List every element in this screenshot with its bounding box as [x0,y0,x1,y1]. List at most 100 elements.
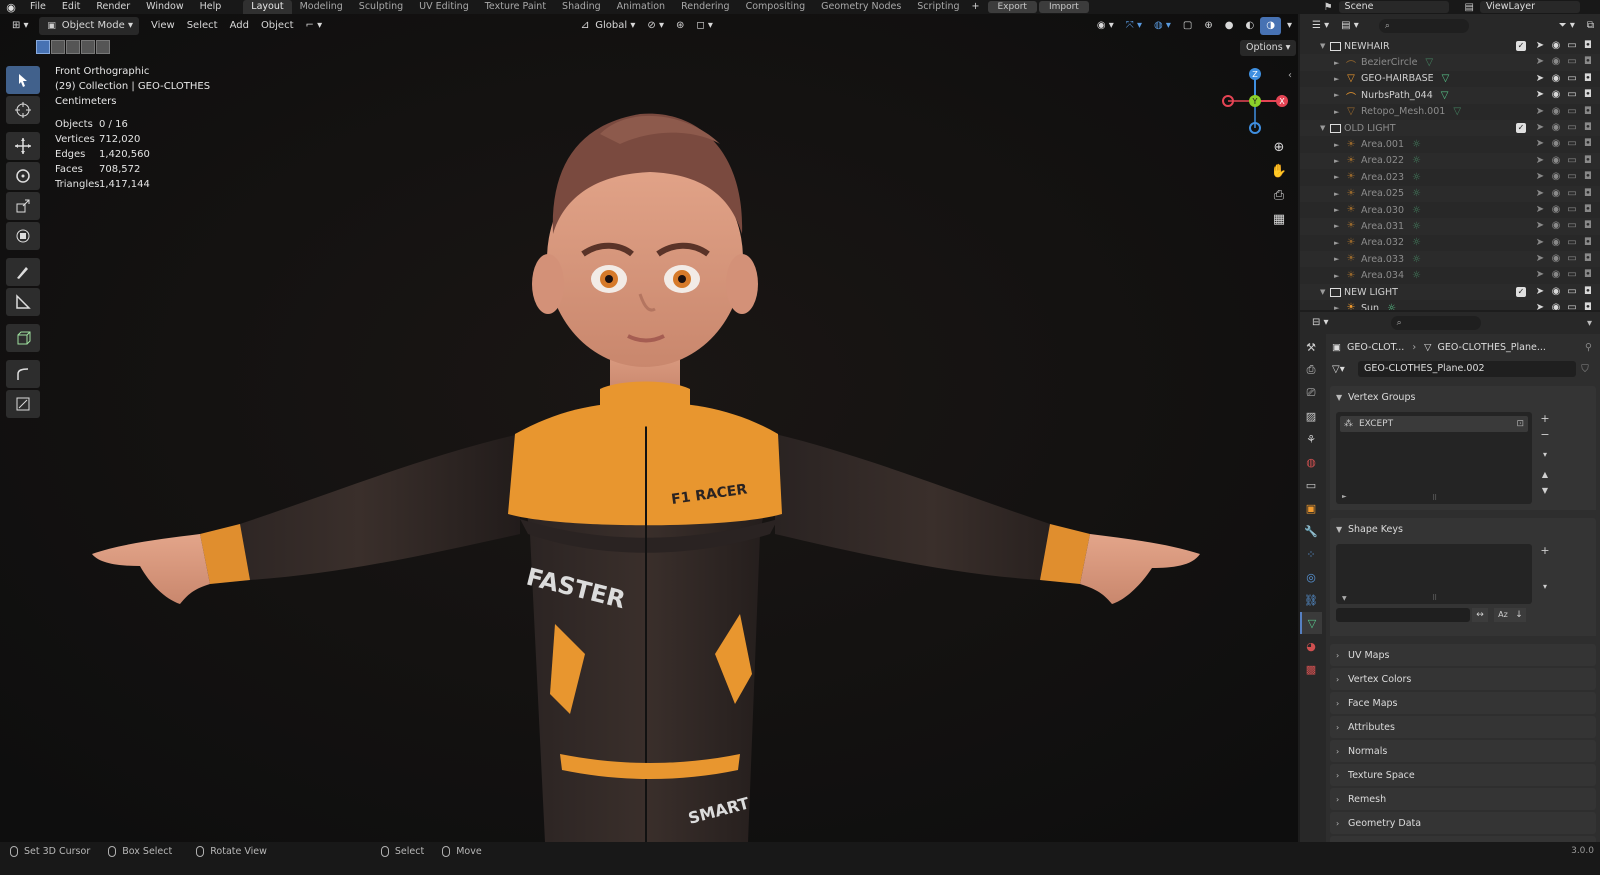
selectable-icon[interactable]: ➤ [1532,56,1548,67]
menu-add[interactable]: Add [224,17,255,35]
cursor-tool[interactable] [6,96,40,124]
render-camera-icon[interactable]: ◘ [1580,89,1596,100]
render-camera-icon[interactable]: ◘ [1580,73,1596,84]
extrude-tool[interactable] [6,390,40,418]
render-camera-icon[interactable]: ◘ [1580,56,1596,67]
render-camera-icon[interactable]: ◘ [1580,286,1596,297]
exclude-checkbox[interactable]: ✓ [1516,286,1526,297]
eye-icon[interactable]: ◉ [1548,220,1564,231]
menu-render[interactable]: Render [88,0,138,14]
list-resize-handle[interactable]: ⠿ [1432,494,1437,502]
viewport-disable-icon[interactable]: ▭ [1564,122,1580,133]
outliner-row[interactable]: ► ☀ Area.034 ☼ ➤ ◉ ▭ ◘ [1300,267,1600,283]
panel-header[interactable]: › Texture Space [1330,764,1596,786]
tab-shading[interactable]: Shading [554,0,609,14]
viewport-disable-icon[interactable]: ▭ [1564,188,1580,199]
render-camera-icon[interactable]: ◘ [1580,204,1596,215]
viewport-disable-icon[interactable]: ▭ [1564,171,1580,182]
pin-icon[interactable]: ⚲ [1585,342,1592,353]
tab-animation[interactable]: Animation [609,0,673,14]
sort-alpha-icon[interactable]: Az [1494,608,1512,622]
tab-world-icon[interactable]: ◍ [1300,451,1322,473]
viewport-disable-icon[interactable]: ▭ [1564,253,1580,264]
selectable-icon[interactable]: ➤ [1532,122,1548,133]
selectable-icon[interactable]: ➤ [1532,286,1548,297]
scene-icon[interactable]: ⚑ [1324,2,1333,13]
eye-icon[interactable]: ◉ [1548,286,1564,297]
render-camera-icon[interactable]: ◘ [1580,155,1596,166]
expand-arrow-icon[interactable]: ► [1334,75,1344,83]
expand-arrow-icon[interactable]: ► [1334,91,1344,99]
sidebar-toggle-icon[interactable]: ‹ [1288,70,1292,81]
vertex-groups-list[interactable]: ⁂ EXCEPT ⊡ ► ⠿ [1336,412,1532,504]
import-button[interactable]: Import [1038,1,1089,13]
render-camera-icon[interactable]: ◘ [1580,302,1596,310]
eye-icon[interactable]: ◉ [1548,40,1564,51]
tab-render-icon[interactable]: ⎙ [1300,359,1322,381]
tab-uv-editing[interactable]: UV Editing [411,0,477,14]
selectable-icon[interactable]: ➤ [1532,40,1548,51]
vertex-group-item[interactable]: ⁂ EXCEPT ⊡ [1340,416,1528,432]
tab-object-icon[interactable]: ▣ [1300,497,1322,519]
outliner-row[interactable]: ► ▽ Retopo_Mesh.001 ▽ ➤ ◉ ▭ ◘ [1300,104,1600,120]
tab-modifier-icon[interactable]: 🔧 [1300,520,1322,542]
exclude-checkbox[interactable]: ✓ [1516,122,1526,133]
viewport-disable-icon[interactable]: ▭ [1564,89,1580,100]
remove-vertex-group-button[interactable]: − [1538,428,1552,442]
select-new-icon[interactable] [36,40,50,54]
vertex-group-menu-button[interactable]: ▾ [1538,448,1552,462]
pan-hand-icon[interactable]: ✋ [1268,160,1290,182]
render-camera-icon[interactable]: ◘ [1580,220,1596,231]
rotate-tool[interactable] [6,162,40,190]
render-camera-icon[interactable]: ◘ [1580,138,1596,149]
add-shape-key-button[interactable]: + [1538,544,1552,558]
select-extend-icon[interactable] [51,40,65,54]
options-dropdown[interactable]: Options ▾ [1240,40,1297,56]
expand-arrow-icon[interactable]: ► [1334,141,1344,149]
viewport-disable-icon[interactable]: ▭ [1564,302,1580,310]
properties-search-input[interactable]: ⌕ [1390,316,1481,330]
menu-object[interactable]: Object [255,17,300,35]
navigation-gizmo[interactable]: Z X Y [1220,66,1290,136]
filter-icon[interactable]: ⏷ ▾ [1553,17,1581,35]
expand-arrow-icon[interactable]: ► [1334,59,1344,67]
snap-icon[interactable]: ⊛ [670,17,690,35]
panel-header[interactable]: › Geometry Data [1330,812,1596,834]
eye-icon[interactable]: ◉ [1548,237,1564,248]
eye-icon[interactable]: ◉ [1548,106,1564,117]
selectable-icon[interactable]: ➤ [1532,253,1548,264]
lock-icon[interactable]: ⊡ [1516,419,1524,429]
viewport-disable-icon[interactable]: ▭ [1564,73,1580,84]
expand-arrow-icon[interactable]: ▼ [1320,42,1330,50]
shading-options-dropdown[interactable]: ▾ [1281,17,1298,35]
tab-sculpting[interactable]: Sculpting [351,0,411,14]
tab-material-icon[interactable]: ◕ [1300,635,1322,657]
xray-toggle-icon[interactable]: ▢ [1177,17,1198,35]
outliner-row[interactable]: ► ☀ Sun ☼ ➤ ◉ ▭ ◘ [1300,300,1600,310]
shape-key-filter-input[interactable] [1336,608,1470,622]
shear-tool[interactable] [6,360,40,388]
render-camera-icon[interactable]: ◘ [1580,40,1596,51]
expand-arrow-icon[interactable]: ▼ [1320,124,1330,132]
eye-icon[interactable]: ◉ [1548,138,1564,149]
annotate-tool[interactable] [6,258,40,286]
3d-viewport[interactable]: F1 RACER FASTER SMART ⊞ ▾ ▣ Object Mode … [0,14,1298,842]
tab-layout[interactable]: Layout [243,0,292,14]
proportional-edit-icon[interactable]: ◻ ▾ [690,17,719,35]
selectable-icon[interactable]: ➤ [1532,188,1548,199]
tab-output-icon[interactable]: ⎚ [1300,382,1322,404]
header-extra-dropdown[interactable]: ⌐ ▾ [300,17,329,35]
breadcrumb-data[interactable]: GEO-CLOTHES_Plane... [1437,342,1545,353]
selectable-icon[interactable]: ➤ [1532,269,1548,280]
menu-edit[interactable]: Edit [54,0,88,14]
render-camera-icon[interactable]: ◘ [1580,171,1596,182]
move-up-button[interactable]: ▲ [1538,468,1552,482]
viewport-disable-icon[interactable]: ▭ [1564,155,1580,166]
eye-icon[interactable]: ◉ [1548,56,1564,67]
mesh-name-field[interactable]: GEO-CLOTHES_Plane.002 [1358,361,1576,377]
tab-constraints-icon[interactable]: ⛓ [1300,589,1322,611]
eye-icon[interactable]: ◉ [1548,302,1564,310]
select-box-tool[interactable] [6,66,40,94]
tab-tool-icon[interactable]: ⚒ [1300,336,1322,358]
measure-tool[interactable] [6,288,40,316]
